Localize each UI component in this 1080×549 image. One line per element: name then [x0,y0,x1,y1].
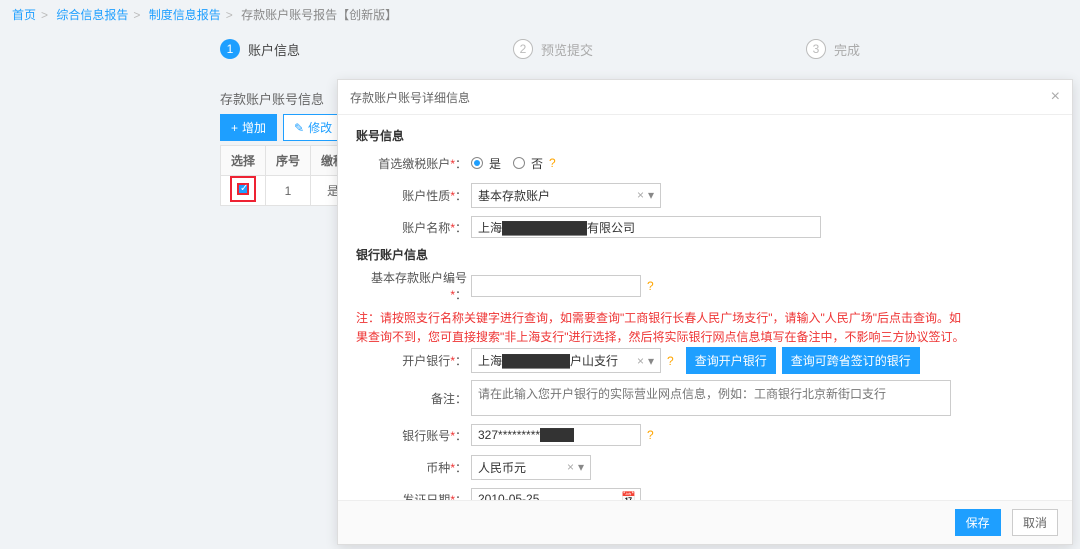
issue-date-label: 发证日期 [402,493,450,500]
currency-label: 币种 [426,461,450,475]
currency-value: 人民币元 [478,459,526,476]
prefer-tax-no-text: 否 [531,155,543,172]
prefer-tax-yes-radio[interactable] [471,157,483,169]
close-icon[interactable]: × [1051,88,1060,106]
currency-select[interactable]: 人民币元 × ▾ [471,455,591,480]
issue-date-input[interactable] [471,488,641,500]
modal-title: 存款账户账号详细信息 [350,89,470,106]
prefer-tax-no-radio[interactable] [513,157,525,169]
prefer-tax-yes-text: 是 [489,155,501,172]
acct-name-label: 账户名称 [402,221,450,235]
remark-label: 备注 [431,392,455,406]
query-bank-button[interactable]: 查询开户银行 [686,347,776,374]
bank-acct-label: 银行账号 [402,429,450,443]
open-bank-select[interactable]: 上海████████户山支行 × ▾ [471,348,661,373]
query-cross-button[interactable]: 查询可跨省签订的银行 [782,347,920,374]
help-icon[interactable]: ? [647,428,654,442]
basic-no-label: 基本存款账户编号 [371,271,467,285]
chevron-down-icon[interactable]: ▾ [578,460,584,474]
cancel-button[interactable]: 取消 [1012,509,1058,536]
bank-acct-input[interactable] [471,424,641,446]
acct-nature-value: 基本存款账户 [478,187,550,204]
acct-nature-select[interactable]: 基本存款账户 × ▾ [471,183,661,208]
help-icon[interactable]: ? [549,156,556,170]
group-bank: 银行账户信息 [356,246,1054,263]
modal: 存款账户账号详细信息 × 账号信息 首选缴税账户*： 是 否 ? 账户性质*： [337,79,1073,545]
modal-overlay: 存款账户账号详细信息 × 账号信息 首选缴税账户*： 是 否 ? 账户性质*： [0,0,1080,549]
clear-icon[interactable]: × [567,460,574,474]
save-button[interactable]: 保存 [955,509,1001,536]
open-bank-value: 上海████████户山支行 [478,352,618,369]
acct-name-input[interactable] [471,216,821,238]
chevron-down-icon[interactable]: ▾ [648,354,654,368]
open-bank-label: 开户银行 [402,354,450,368]
help-icon[interactable]: ? [647,279,654,293]
calendar-icon[interactable]: 📅 [621,491,636,500]
acct-nature-label: 账户性质 [402,189,450,203]
prefer-tax-label: 首选缴税账户 [378,157,450,171]
basic-no-input[interactable] [471,275,641,297]
clear-icon[interactable]: × [637,188,644,202]
warning-note: 注：请按照支行名称关键字进行查询，如需要查询"工商银行长春人民广场支行"，请输入… [356,309,966,347]
remark-input[interactable] [471,380,951,416]
clear-icon[interactable]: × [637,354,644,368]
help-icon[interactable]: ? [667,354,674,368]
group-account: 账号信息 [356,127,1054,144]
chevron-down-icon[interactable]: ▾ [648,188,654,202]
